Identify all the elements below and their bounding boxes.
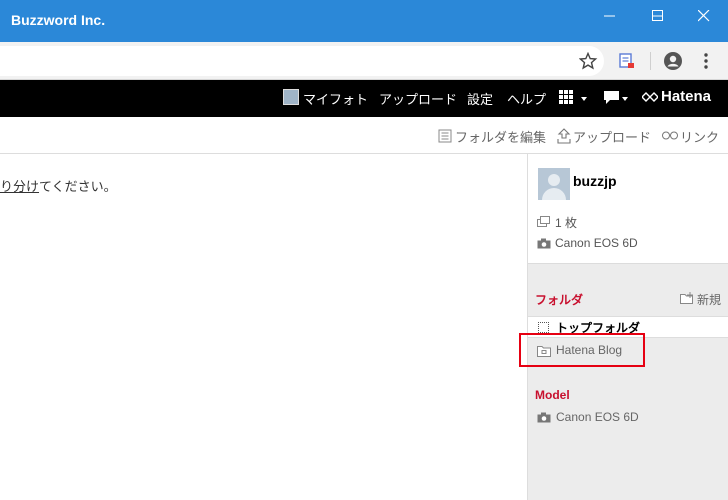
- my-avatar-icon: [283, 89, 299, 105]
- address-bar[interactable]: [0, 46, 604, 76]
- avatar[interactable]: [538, 168, 570, 200]
- window-title: Buzzword Inc.: [11, 12, 106, 28]
- star-icon[interactable]: [579, 52, 599, 72]
- kebab-menu-icon[interactable]: [700, 52, 720, 72]
- camera-icon: [537, 412, 551, 423]
- maximize-icon: [652, 10, 663, 21]
- hatena-logo-icon: [642, 92, 658, 102]
- new-folder-label: 新規: [697, 293, 722, 307]
- new-folder-icon: [680, 292, 693, 304]
- apps-grid-icon[interactable]: [559, 90, 573, 104]
- highlight-annotation: [519, 333, 645, 367]
- account-icon[interactable]: [663, 51, 683, 71]
- edit-folder-link[interactable]: フォルダを編集: [455, 127, 546, 146]
- instruction-rest: てください。: [39, 180, 117, 195]
- nav-upload[interactable]: アップロード: [379, 89, 457, 108]
- photos-icon: [537, 216, 550, 227]
- nav-help[interactable]: ヘルプ: [507, 89, 546, 108]
- close-icon: [698, 10, 710, 22]
- username[interactable]: buzzjp: [573, 173, 617, 189]
- folder-heading: フォルダ: [535, 293, 584, 307]
- sort-link[interactable]: り分け: [0, 180, 39, 195]
- apps-caret-icon: [581, 97, 587, 101]
- minimize-button-2[interactable]: [586, 0, 634, 32]
- upload-icon: [557, 128, 571, 144]
- camera-icon: [537, 238, 551, 249]
- upload-link[interactable]: アップロード: [573, 127, 651, 146]
- top-folder-icon: [538, 322, 549, 333]
- nav-my-photo[interactable]: マイフォト: [303, 89, 368, 108]
- photo-count: 1 枚: [555, 216, 578, 230]
- toolbar-divider: [650, 52, 651, 70]
- comment-icon[interactable]: [603, 90, 620, 105]
- extension-icon[interactable]: [618, 52, 638, 72]
- instruction-text: り分けてください。: [0, 176, 117, 195]
- nav-settings[interactable]: 設定: [467, 89, 493, 108]
- link-icon: [662, 131, 678, 140]
- maximize-button[interactable]: [634, 0, 682, 32]
- minimize-icon: [604, 15, 615, 17]
- model-label: Canon EOS 6D: [556, 410, 639, 424]
- comment-caret-icon: [622, 97, 628, 101]
- hatena-brand[interactable]: Hatena: [661, 88, 711, 105]
- link-link[interactable]: リンク: [680, 127, 719, 146]
- close-button[interactable]: [680, 0, 728, 32]
- camera-model[interactable]: Canon EOS 6D: [555, 236, 638, 250]
- folder-edit-icon: [438, 129, 452, 143]
- model-heading: Model: [535, 388, 570, 402]
